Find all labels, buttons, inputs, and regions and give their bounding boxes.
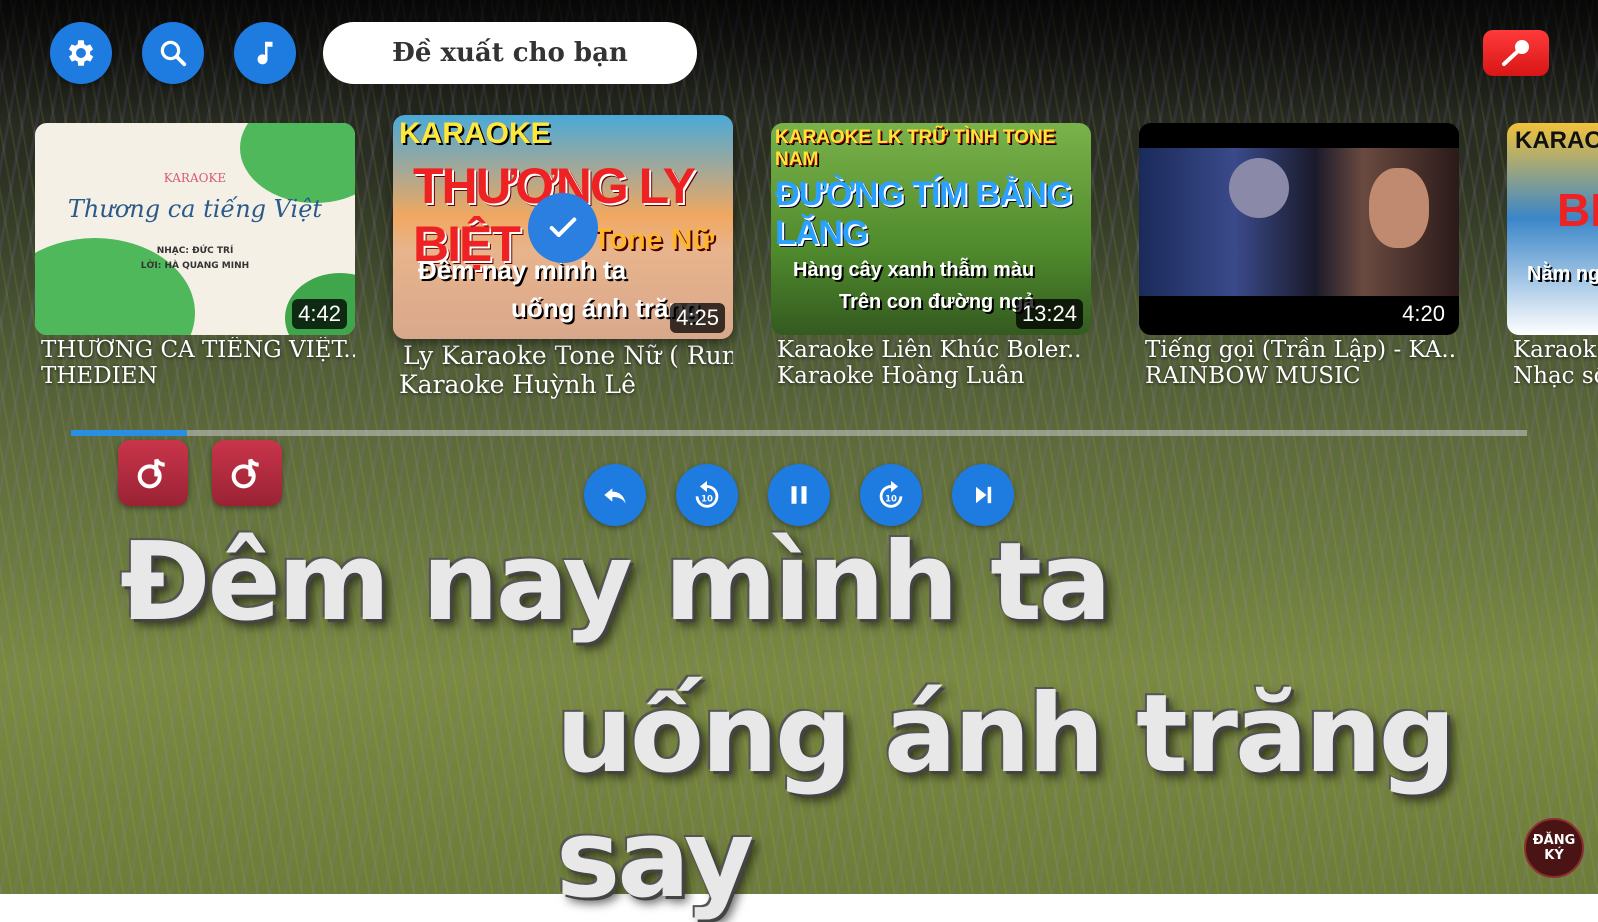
gear-icon	[68, 40, 94, 66]
skip-next-icon	[976, 486, 992, 504]
thumb-lyric: Đêm nay mình ta	[418, 255, 627, 285]
thumb-title: BI	[1557, 184, 1598, 236]
video-thumbnail: KARAO BI Nằm ng	[1507, 123, 1598, 335]
thumb-scene	[1139, 148, 1459, 296]
video-channel: Karaoke Hoàng Luân	[777, 363, 1025, 389]
video-channel: Karaoke Huỳnh Lê	[399, 370, 636, 399]
svg-text:10: 10	[885, 494, 897, 504]
thumb-credit: NHẠC: ĐỨC TRÍ	[156, 246, 234, 256]
video-duration: 13:24	[1015, 299, 1083, 329]
thumb-lyric: Hàng cây xanh thẫm màu	[793, 259, 1035, 281]
thumb-tag: KARAOKE	[399, 117, 551, 150]
video-channel: THEDIEN	[41, 363, 158, 389]
progress-fill	[71, 430, 188, 436]
video-card[interactable]: 4:20 Tiếng gọi (Trần Lập) - KA.. RAINBOW…	[1139, 123, 1459, 389]
check-icon	[549, 217, 577, 238]
microphone-icon	[1502, 40, 1529, 66]
video-title: Ly Karaoke Tone Nữ ( Rum	[403, 341, 733, 370]
video-title: Karaoke Liên Khúc Boler..	[777, 337, 1082, 363]
video-thumbnail: KARAOKE THƯƠNG LY BIỆT Tone Nữ Đêm nay m…	[393, 115, 733, 339]
video-channel: RAINBOW MUSIC	[1145, 363, 1361, 389]
thumb-lyric: Nằm ng	[1527, 263, 1598, 285]
thumb-lyric: Trên con đường ngả	[839, 291, 1035, 313]
playback-progress-bar[interactable]	[71, 430, 1527, 436]
video-title: THƯƠNG CA TIẾNG VIỆT..	[41, 337, 355, 363]
video-channel: Nhạc số	[1513, 363, 1598, 389]
settings-button[interactable]	[50, 22, 112, 84]
video-title: Karaok	[1513, 337, 1597, 363]
thumb-text: KARAOKE	[163, 171, 227, 185]
pause-icon	[791, 486, 807, 504]
forward-10-button[interactable]: 10	[860, 464, 922, 526]
video-card-selected[interactable]: KARAOKE THƯƠNG LY BIỆT Tone Nữ Đêm nay m…	[393, 115, 733, 399]
video-title: Tiếng gọi (Trần Lập) - KA..	[1145, 337, 1457, 363]
music-button[interactable]	[234, 22, 296, 84]
svg-text:10: 10	[701, 494, 713, 504]
tiktok-logo-icon	[118, 440, 188, 506]
video-duration: 4:42	[292, 299, 347, 329]
thumb-credit: LỜI: HÀ QUANG MINH	[140, 261, 250, 271]
video-thumbnail: 4:20	[1139, 123, 1459, 335]
music-note-icon	[257, 41, 273, 65]
back-button[interactable]	[584, 464, 646, 526]
tiktok-logo-icon	[212, 440, 282, 506]
pause-button[interactable]	[768, 464, 830, 526]
thumb-tag: KARAO	[1515, 127, 1598, 154]
rewind-10-button[interactable]: 10	[676, 464, 738, 526]
video-card[interactable]: KARAOKE Thương ca tiếng Việt NHẠC: ĐỨC T…	[35, 123, 355, 389]
video-duration: 4:25	[670, 303, 725, 333]
lyric-line-1: Đêm nay mình ta	[120, 520, 1112, 645]
video-card[interactable]: KARAO BI Nằm ng Karaok Nhạc số	[1507, 123, 1598, 389]
rewind-10-icon: 10	[695, 480, 719, 508]
back-icon	[604, 488, 626, 504]
forward-10-icon: 10	[879, 480, 903, 508]
thumb-title: ĐƯỜNG TÍM BẰNG LĂNG	[775, 175, 1072, 252]
video-thumbnail: KARAOKE Thương ca tiếng Việt NHẠC: ĐỨC T…	[35, 123, 355, 335]
thumb-tone: Tone Nữ	[593, 223, 715, 256]
thumb-tag: KARAOKE LK TRỮ TÌNH TONE NAM	[775, 127, 1056, 170]
video-duration: 4:20	[1396, 299, 1451, 329]
selected-check-badge	[528, 193, 598, 263]
search-icon	[160, 40, 187, 67]
video-card[interactable]: KARAOKE LK TRỮ TÌNH TONE NAM ĐƯỜNG TÍM B…	[771, 123, 1091, 389]
lyric-line-2: uống ánh trăng say	[556, 672, 1456, 922]
skip-next-button[interactable]	[952, 464, 1014, 526]
subscribe-badge: ĐĂNG KÝ	[1524, 818, 1584, 878]
video-thumbnail: KARAOKE LK TRỮ TÌNH TONE NAM ĐƯỜNG TÍM B…	[771, 123, 1091, 335]
search-button[interactable]	[142, 22, 204, 84]
app-logo	[1483, 30, 1549, 76]
recommend-tab[interactable]: Đề xuất cho bạn	[323, 22, 697, 84]
thumb-title: Thương ca tiếng Việt	[67, 195, 323, 223]
